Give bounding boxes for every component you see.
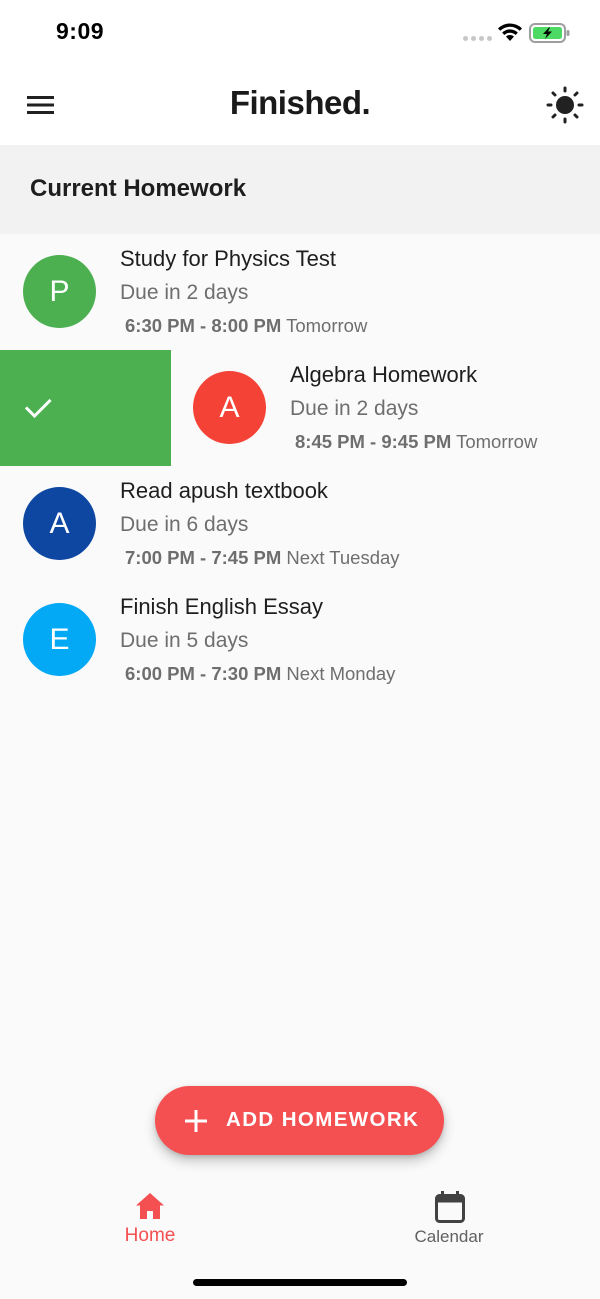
homework-schedule: 6:30 PM - 8:00 PM Tomorrow bbox=[125, 315, 367, 337]
wifi-icon bbox=[498, 23, 522, 41]
homework-time-range: 6:30 PM - 8:00 PM bbox=[125, 315, 282, 336]
bottom-navigation: Home Calendar bbox=[0, 1180, 600, 1266]
homework-item[interactable]: A Algebra Homework Due in 2 days 8:45 PM… bbox=[0, 350, 600, 466]
nav-item-home[interactable]: Home bbox=[75, 1180, 225, 1260]
homework-title: Study for Physics Test bbox=[120, 246, 337, 271]
homework-due: Due in 2 days bbox=[120, 281, 249, 304]
sun-icon[interactable] bbox=[546, 86, 584, 124]
homework-title: Algebra Homework bbox=[290, 362, 478, 387]
homework-item[interactable]: P Study for Physics Test Due in 2 days 6… bbox=[0, 234, 600, 350]
status-time: 9:09 bbox=[56, 18, 105, 44]
home-indicator bbox=[193, 1279, 407, 1286]
add-homework-label: ADD HOMEWORK bbox=[226, 1108, 420, 1131]
homework-day: Next Tuesday bbox=[286, 547, 400, 568]
app-screen: 9:09 Finished. Current Homework P Study … bbox=[0, 0, 600, 1299]
homework-day: Tomorrow bbox=[286, 315, 368, 336]
check-icon bbox=[24, 398, 52, 419]
plus-icon bbox=[185, 1110, 207, 1132]
homework-title: Read apush textbook bbox=[120, 478, 328, 503]
homework-content: P Study for Physics Test Due in 2 days 6… bbox=[0, 234, 600, 350]
calendar-icon bbox=[435, 1191, 465, 1223]
cellular-signal-icon bbox=[463, 36, 492, 41]
homework-due: Due in 6 days bbox=[120, 513, 249, 536]
avatar: P bbox=[23, 255, 96, 328]
homework-schedule: 6:00 PM - 7:30 PM Next Monday bbox=[125, 663, 395, 685]
homework-day: Tomorrow bbox=[456, 431, 538, 452]
homework-time-range: 7:00 PM - 7:45 PM bbox=[125, 547, 282, 568]
nav-item-calendar[interactable]: Calendar bbox=[374, 1180, 524, 1260]
homework-content: A Algebra Homework Due in 2 days 8:45 PM… bbox=[170, 350, 600, 466]
app-title: Finished. bbox=[229, 84, 371, 121]
section-title: Current Homework bbox=[30, 175, 247, 202]
homework-time-range: 8:45 PM - 9:45 PM bbox=[295, 431, 452, 452]
homework-schedule: 7:00 PM - 7:45 PM Next Tuesday bbox=[125, 547, 400, 569]
avatar: E bbox=[23, 603, 96, 676]
app-bar: Finished. bbox=[0, 66, 600, 145]
nav-label-calendar: Calendar bbox=[414, 1227, 484, 1246]
homework-content: A Read apush textbook Due in 6 days 7:00… bbox=[0, 466, 600, 582]
nav-label-home: Home bbox=[124, 1225, 176, 1246]
homework-due: Due in 2 days bbox=[290, 397, 419, 420]
avatar: A bbox=[193, 371, 266, 444]
homework-content: E Finish English Essay Due in 5 days 6:0… bbox=[0, 582, 600, 698]
status-bar: 9:09 bbox=[0, 0, 600, 66]
section-header: Current Homework bbox=[0, 145, 600, 234]
homework-schedule: 8:45 PM - 9:45 PM Tomorrow bbox=[295, 431, 537, 453]
home-icon bbox=[136, 1193, 164, 1219]
homework-title: Finish English Essay bbox=[120, 594, 323, 619]
homework-item[interactable]: A Read apush textbook Due in 6 days 7:00… bbox=[0, 466, 600, 582]
homework-day: Next Monday bbox=[286, 663, 396, 684]
add-homework-button[interactable]: ADD HOMEWORK bbox=[155, 1086, 444, 1155]
homework-time-range: 6:00 PM - 7:30 PM bbox=[125, 663, 282, 684]
battery-icon bbox=[529, 23, 570, 43]
swipe-complete-action[interactable] bbox=[0, 350, 171, 466]
homework-due: Due in 5 days bbox=[120, 629, 249, 652]
homework-list: P Study for Physics Test Due in 2 days 6… bbox=[0, 234, 600, 698]
homework-item[interactable]: E Finish English Essay Due in 5 days 6:0… bbox=[0, 582, 600, 698]
avatar: A bbox=[23, 487, 96, 560]
